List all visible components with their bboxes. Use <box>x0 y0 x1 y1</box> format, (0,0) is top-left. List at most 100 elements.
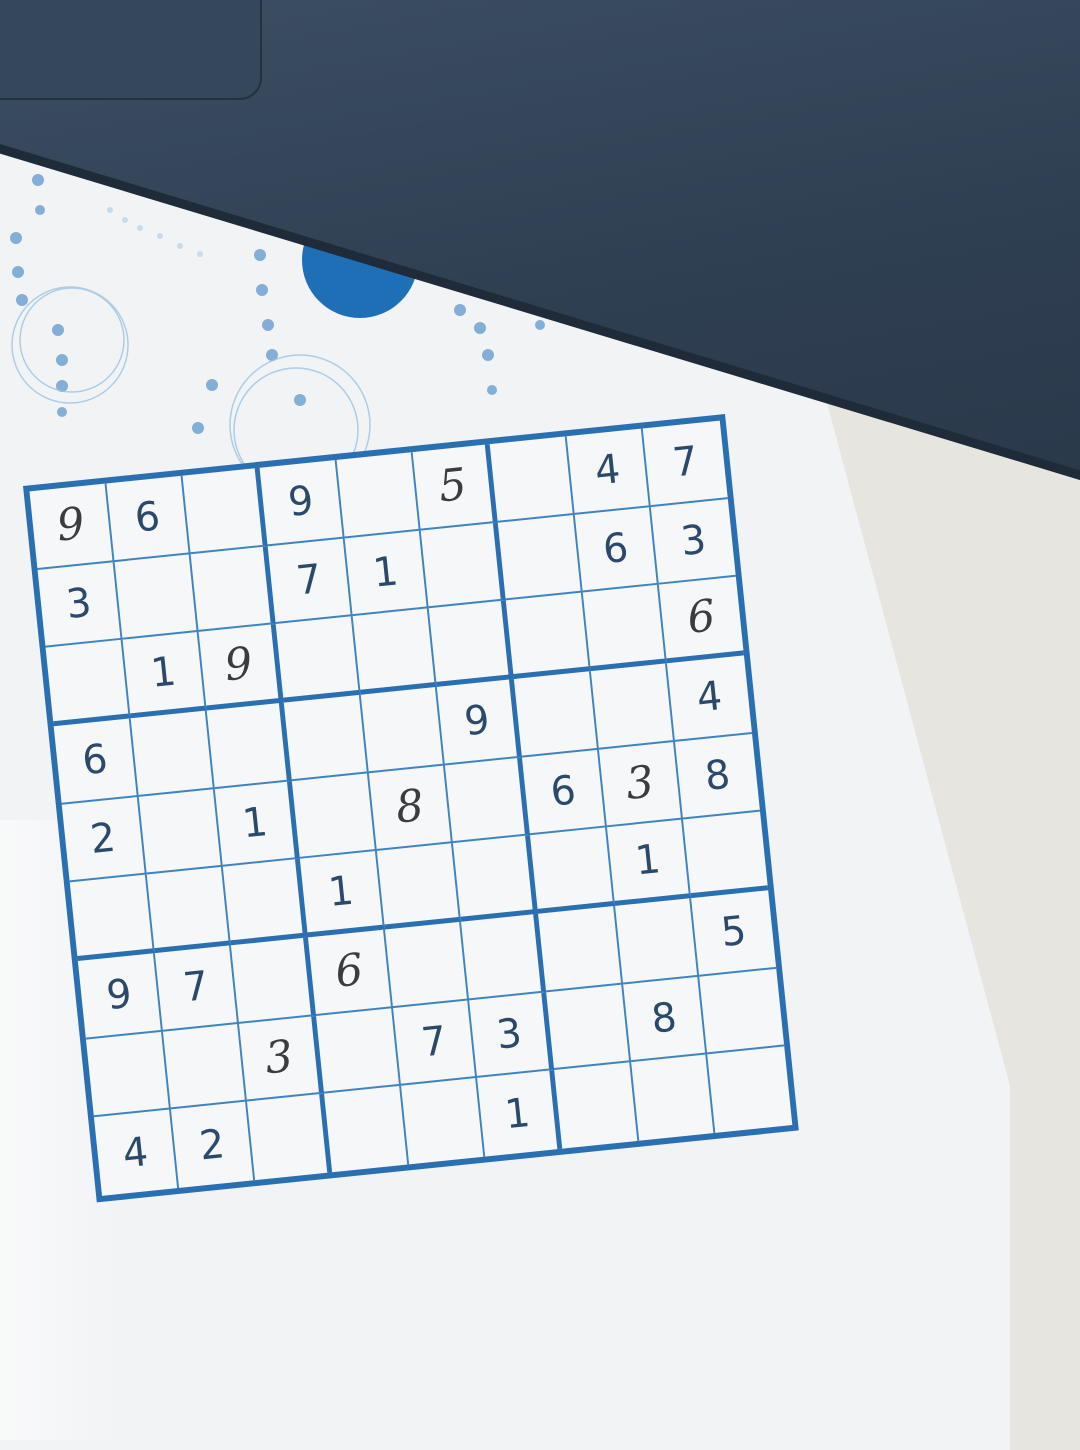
sudoku-cell <box>315 1007 401 1094</box>
handwritten-digit: 9 <box>222 637 255 692</box>
sudoku-cell: 1 <box>344 530 430 617</box>
printed-digit: 4 <box>120 1128 151 1178</box>
sudoku-cell <box>683 811 769 899</box>
sudoku-board-wrapper: 969547371631966942186381197653738421 <box>23 414 799 1203</box>
sudoku-cell <box>69 874 155 961</box>
sudoku-cell <box>207 702 292 789</box>
sudoku-cell <box>461 913 547 1000</box>
printed-digit: 3 <box>678 516 709 566</box>
sudoku-cell: 8 <box>368 765 454 852</box>
sudoku-cell: 7 <box>643 420 728 507</box>
sudoku-cell: 2 <box>170 1101 256 1188</box>
handwritten-digit: 8 <box>393 780 427 834</box>
sudoku-cell <box>130 710 216 797</box>
sudoku-cell <box>231 937 316 1024</box>
sudoku-cell: 7 <box>267 538 353 625</box>
sudoku-cell <box>291 772 377 860</box>
printed-digit: 7 <box>181 963 211 1012</box>
sudoku-cell <box>489 436 575 523</box>
printed-digit: 6 <box>548 767 578 816</box>
sudoku-cell: 7 <box>392 999 478 1087</box>
printed-digit: 8 <box>649 994 679 1043</box>
printed-digit: 1 <box>502 1089 533 1138</box>
printed-digit: 1 <box>633 836 663 885</box>
sudoku-cell: 3 <box>598 741 684 828</box>
sudoku-cell <box>352 608 438 695</box>
sudoku-cell: 9 <box>437 678 522 766</box>
sudoku-cell: 3 <box>651 498 736 585</box>
printed-digit: 7 <box>670 438 701 487</box>
sudoku-cell: 3 <box>239 1015 325 1102</box>
sudoku-cell: 6 <box>307 929 393 1016</box>
printed-digit: 4 <box>694 673 725 722</box>
sudoku-cell <box>336 452 422 539</box>
sudoku-cell: 4 <box>566 428 652 515</box>
handwritten-digit: 9 <box>54 498 87 552</box>
printed-digit: 6 <box>600 524 631 574</box>
sudoku-cell <box>162 1023 248 1110</box>
sudoku-cell <box>590 663 676 750</box>
sudoku-cell <box>360 686 446 773</box>
printed-digit: 3 <box>64 579 94 629</box>
sudoku-cell <box>554 1062 639 1149</box>
sudoku-cell <box>376 843 462 930</box>
sudoku-cell: 8 <box>675 733 761 820</box>
sudoku-cell: 2 <box>61 796 147 883</box>
laptop-touchpad-corner <box>0 0 262 100</box>
handwritten-digit: 6 <box>332 944 366 998</box>
sudoku-cell <box>505 592 591 679</box>
sudoku-cell: 5 <box>691 890 777 977</box>
sudoku-cell <box>708 1047 793 1133</box>
sudoku-cell <box>529 827 615 914</box>
handwritten-digit: 3 <box>262 1030 296 1085</box>
sudoku-cell: 6 <box>521 749 607 836</box>
handwritten-digit: 5 <box>436 459 470 513</box>
printed-digit: 8 <box>702 751 733 800</box>
printed-digit: 1 <box>240 799 270 848</box>
sudoku-cell <box>429 600 514 687</box>
sudoku-cell <box>630 1054 716 1141</box>
sudoku-cell: 6 <box>574 506 660 593</box>
printed-digit: 2 <box>88 814 118 863</box>
sudoku-cell <box>182 467 268 554</box>
printed-digit: 6 <box>132 493 163 542</box>
sudoku-cell <box>513 671 599 758</box>
printed-digit: 2 <box>197 1120 227 1170</box>
sudoku-cell: 7 <box>154 945 240 1032</box>
sudoku-cell <box>582 584 668 672</box>
printed-digit: 1 <box>148 648 179 698</box>
handwritten-digit: 6 <box>684 590 718 644</box>
sudoku-cell <box>146 866 232 954</box>
sudoku-cell: 4 <box>667 655 753 742</box>
sudoku-cell: 6 <box>659 577 744 664</box>
sudoku-cell <box>223 859 308 946</box>
sudoku-cell: 3 <box>469 992 555 1079</box>
sudoku-cell <box>190 546 276 633</box>
sudoku-cell: 6 <box>106 475 191 562</box>
sudoku-cell <box>324 1086 409 1173</box>
sudoku-cell <box>85 1031 171 1118</box>
sudoku-cell: 5 <box>412 444 498 531</box>
sudoku-cell <box>45 640 131 727</box>
printed-digit: 4 <box>592 446 623 495</box>
sudoku-cell <box>275 616 361 703</box>
sudoku-cell <box>453 835 539 922</box>
sudoku-cell <box>283 694 369 781</box>
printed-digit: 9 <box>286 477 316 527</box>
sudoku-grid: 969547371631966942186381197653738421 <box>23 414 799 1203</box>
sudoku-cell: 1 <box>122 632 208 719</box>
sudoku-cell: 9 <box>259 459 345 547</box>
printed-digit: 6 <box>80 736 110 785</box>
sudoku-cell: 9 <box>29 483 115 570</box>
sudoku-cell <box>445 757 530 844</box>
sudoku-cell <box>699 968 785 1055</box>
sudoku-cell <box>247 1093 333 1181</box>
sudoku-cell: 9 <box>198 624 284 711</box>
sudoku-cell: 1 <box>477 1070 563 1157</box>
sudoku-cell: 1 <box>299 851 385 938</box>
sudoku-cell: 1 <box>606 819 692 906</box>
printed-digit: 9 <box>104 971 134 1020</box>
sudoku-cell: 3 <box>37 561 123 648</box>
sudoku-cell <box>114 553 199 641</box>
sudoku-cell: 4 <box>93 1109 179 1196</box>
